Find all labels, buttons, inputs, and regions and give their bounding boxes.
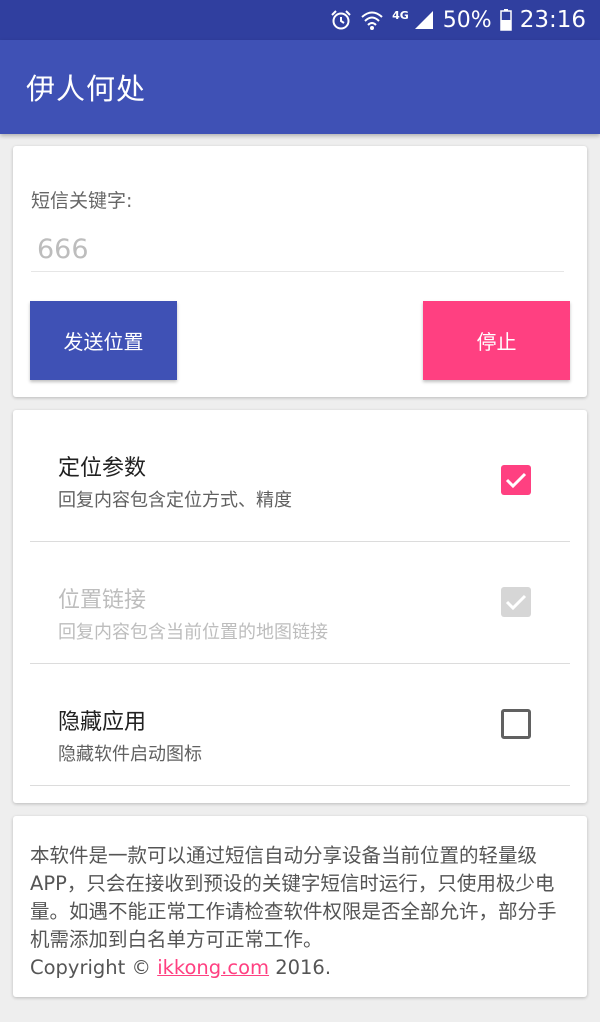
location-params-checkbox[interactable] xyxy=(501,465,531,495)
network-type-label: 4G xyxy=(392,9,409,22)
app-bar: 伊人何处 xyxy=(0,40,600,134)
settings-card: 定位参数 回复内容包含定位方式、精度 位置链接 回复内容包含当前位置的地图链接 … xyxy=(13,410,587,803)
check-icon xyxy=(505,594,527,611)
app-title: 伊人何处 xyxy=(26,72,147,106)
alarm-icon xyxy=(330,9,352,31)
about-card: 本软件是一款可以通过短信自动分享设备当前位置的轻量级APP，只会在接收到预设的关… xyxy=(13,816,587,997)
about-description: 本软件是一款可以通过短信自动分享设备当前位置的轻量级APP，只会在接收到预设的关… xyxy=(30,844,557,951)
check-icon xyxy=(505,472,527,489)
clock: 23:16 xyxy=(519,7,586,33)
setting-title: 位置链接 xyxy=(58,588,147,613)
setting-hide-app[interactable]: 隐藏应用 隐藏软件启动图标 xyxy=(13,664,587,786)
battery-icon xyxy=(499,9,512,31)
wifi-icon xyxy=(360,9,384,31)
location-link-checkbox xyxy=(501,587,531,617)
signal-icon xyxy=(413,9,435,31)
copyright-prefix: Copyright © xyxy=(30,956,158,979)
about-text: 本软件是一款可以通过短信自动分享设备当前位置的轻量级APP，只会在接收到预设的关… xyxy=(30,842,570,982)
setting-title: 隐藏应用 xyxy=(58,710,147,735)
hide-app-checkbox[interactable] xyxy=(501,709,531,739)
stop-button[interactable]: 停止 xyxy=(423,301,570,380)
keyword-label: 短信关键字: xyxy=(31,190,133,212)
setting-location-link: 位置链接 回复内容包含当前位置的地图链接 xyxy=(13,542,587,664)
setting-summary: 回复内容包含定位方式、精度 xyxy=(58,490,292,511)
status-bar: 4G 50% 23:16 xyxy=(0,0,600,40)
keyword-card: 短信关键字: 发送位置 停止 xyxy=(13,146,587,397)
website-link[interactable]: ikkong.com xyxy=(157,956,269,979)
setting-summary: 回复内容包含当前位置的地图链接 xyxy=(58,622,328,643)
keyword-input[interactable] xyxy=(31,228,564,272)
send-location-button[interactable]: 发送位置 xyxy=(30,301,177,380)
copyright-suffix: 2016. xyxy=(269,956,332,979)
setting-location-params[interactable]: 定位参数 回复内容包含定位方式、精度 xyxy=(13,410,587,532)
setting-title: 定位参数 xyxy=(58,456,147,481)
battery-percent: 50% xyxy=(442,7,492,33)
divider xyxy=(30,785,570,786)
setting-summary: 隐藏软件启动图标 xyxy=(58,744,202,765)
